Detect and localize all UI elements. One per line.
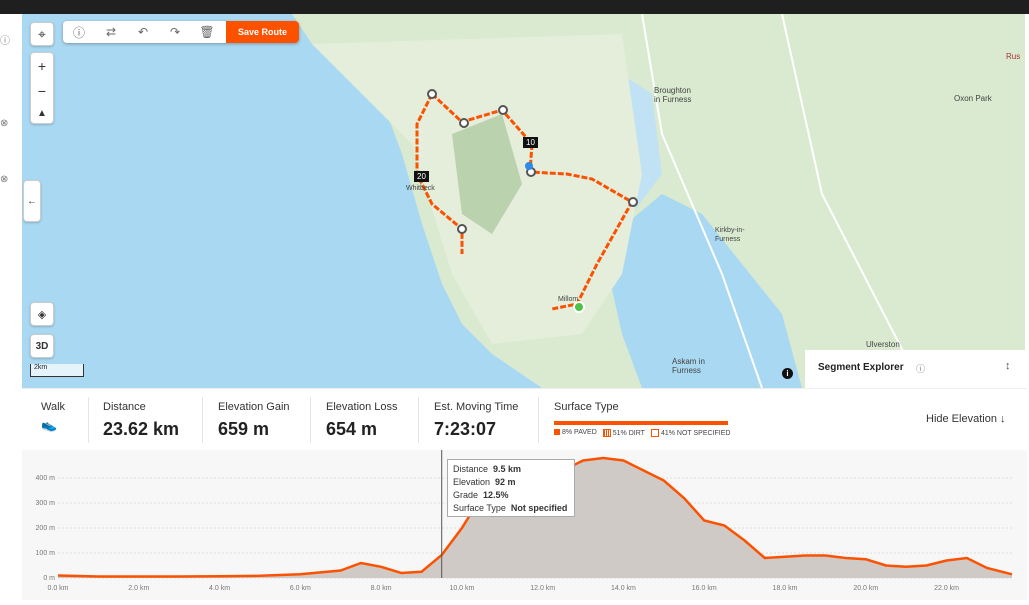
label-oxon-park: Oxon Park	[954, 94, 992, 103]
divider	[202, 397, 203, 443]
divider	[310, 397, 311, 443]
elevation-loss-value: 654 m	[326, 419, 378, 439]
x-tick-label: 12.0 km	[530, 585, 555, 592]
zoom-out-button[interactable]: −	[38, 83, 46, 99]
info-icon[interactable]: i	[782, 368, 793, 379]
route-map[interactable]: ⌖ + − ▲ ← ⓘ ⇄ ↶ ↷ 🗑 Save Route Broughton…	[22, 14, 1027, 388]
x-tick-label: 2.0 km	[128, 585, 149, 592]
divider	[538, 397, 539, 443]
redo-icon[interactable]: ↷	[159, 25, 191, 39]
x-tick-label: 10.0 km	[449, 585, 474, 592]
crosshair-icon: ⌖	[38, 25, 46, 42]
divider	[88, 397, 89, 443]
legend-dirt: 51% DIRT	[602, 429, 645, 437]
surface-type-bar	[554, 421, 728, 425]
y-tick-label: 200 m	[36, 525, 56, 532]
label-millom: Millom	[558, 296, 579, 303]
elevation-tooltip: Distance 9.5 km Elevation 92 m Grade 12.…	[447, 459, 575, 517]
elevation-gain-label: Elevation Gain	[218, 401, 290, 413]
collapse-panel-button[interactable]: ←	[23, 180, 41, 222]
y-tick-label: 100 m	[36, 550, 56, 557]
x-tick-label: 18.0 km	[773, 585, 798, 592]
arrow-left-icon: ←	[27, 195, 37, 207]
help-icon[interactable]: ⓘ	[63, 24, 95, 41]
label-ulverston: Ulverston	[866, 340, 900, 349]
x-tick-label: 14.0 km	[611, 585, 636, 592]
activity-type[interactable]: Walk 👟	[41, 401, 65, 433]
x-tick-label: 20.0 km	[853, 585, 878, 592]
x-tick-label: 6.0 km	[290, 585, 311, 592]
label-broughton: Broughton in Furness	[654, 86, 692, 104]
activity-label: Walk	[41, 401, 66, 413]
hide-elevation-button[interactable]: Hide Elevation ↓	[926, 413, 1006, 425]
expand-icon[interactable]: ↕	[1005, 360, 1011, 372]
route-waypoint	[498, 105, 508, 115]
road	[781, 14, 923, 388]
route-toolbar: ⓘ ⇄ ↶ ↷ 🗑 Save Route	[63, 21, 299, 43]
label-rus: Rus	[1006, 52, 1021, 61]
label-kirkby: Kirkby-in- Furness	[715, 227, 745, 243]
route-waypoint	[628, 197, 638, 207]
zoom-controls: + − ▲	[30, 52, 54, 124]
segment-explorer-title: Segment Explorer	[818, 362, 904, 373]
close-icon[interactable]: ⊗	[0, 174, 10, 185]
info-icon[interactable]: ⓘ	[916, 362, 925, 375]
surface-legend: 8% PAVED 51% DIRT 41% NOT SPECIFIED	[554, 429, 730, 437]
zoom-in-button[interactable]: +	[38, 58, 46, 74]
label-whitbeck: Whitbeck	[406, 185, 435, 192]
legend-not-specified: 41% NOT SPECIFIED	[650, 429, 730, 437]
elevation-profile[interactable]: 0 m 100 m 200 m 300 m 400 m 0.0 km 2.0 km 4.0 k…	[22, 450, 1027, 600]
map-layers-button[interactable]: ◈	[30, 302, 54, 326]
save-route-button[interactable]: Save Route	[225, 21, 299, 43]
distance-stat: Distance 23.62 km	[103, 401, 179, 440]
y-tick-label: 300 m	[36, 500, 56, 507]
locate-button[interactable]: ⌖	[30, 22, 54, 46]
shoe-icon: 👟	[41, 417, 58, 432]
close-icon[interactable]: ⊗	[0, 118, 10, 129]
elevation-gain-value: 659 m	[218, 419, 270, 439]
moving-time-label: Est. Moving Time	[434, 401, 519, 413]
view-3d-button[interactable]: 3D	[30, 334, 54, 358]
divider	[418, 397, 419, 443]
help-icon[interactable]: ⓘ	[0, 32, 10, 47]
elevation-loss-label: Elevation Loss	[326, 401, 398, 413]
surface-type-stat: Surface Type	[554, 401, 619, 413]
browser-top-bar	[0, 0, 1029, 14]
x-tick-label: 4.0 km	[209, 585, 230, 592]
layers-icon: ◈	[37, 308, 47, 321]
elevation-loss-stat: Elevation Loss 654 m	[326, 401, 398, 440]
surface-type-label: Surface Type	[554, 401, 619, 413]
distance-marker-10: 10	[523, 137, 538, 148]
compass-icon[interactable]: ▲	[37, 108, 47, 119]
x-tick-label: 0.0 km	[47, 585, 68, 592]
distance-value: 23.62 km	[103, 419, 180, 439]
distance-marker-20: 20	[414, 171, 429, 182]
y-tick-label: 0 m	[43, 575, 55, 582]
current-position-dot	[525, 162, 533, 170]
map-canvas	[22, 14, 923, 388]
left-sidebar-rail: ⓘ ⊗ ⊗	[0, 14, 23, 600]
route-waypoint	[457, 224, 467, 234]
map-scale: 2km	[30, 364, 84, 377]
x-tick-label: 8.0 km	[371, 585, 392, 592]
distance-label: Distance	[103, 401, 146, 413]
segment-explorer-panel[interactable]: Segment Explorer ⓘ ↕	[805, 350, 1027, 388]
route-waypoint	[459, 118, 469, 128]
label-askam: Askam in Furness	[672, 357, 705, 375]
moving-time-stat: Est. Moving Time 7:23:07	[434, 401, 518, 440]
route-stats-bar: Walk 👟 Distance 23.62 km Elevation Gain …	[22, 388, 1027, 451]
reverse-route-icon[interactable]: ⇄	[95, 25, 127, 39]
x-tick-label: 22.0 km	[934, 585, 959, 592]
route-waypoint	[427, 89, 437, 99]
legend-paved: 8% PAVED	[554, 429, 597, 437]
x-tick-label: 16.0 km	[692, 585, 717, 592]
moving-time-value: 7:23:07	[434, 419, 497, 439]
undo-icon[interactable]: ↶	[127, 25, 159, 39]
y-tick-label: 400 m	[36, 475, 56, 482]
trash-icon[interactable]: 🗑	[191, 25, 223, 39]
elevation-gain-stat: Elevation Gain 659 m	[218, 401, 290, 440]
